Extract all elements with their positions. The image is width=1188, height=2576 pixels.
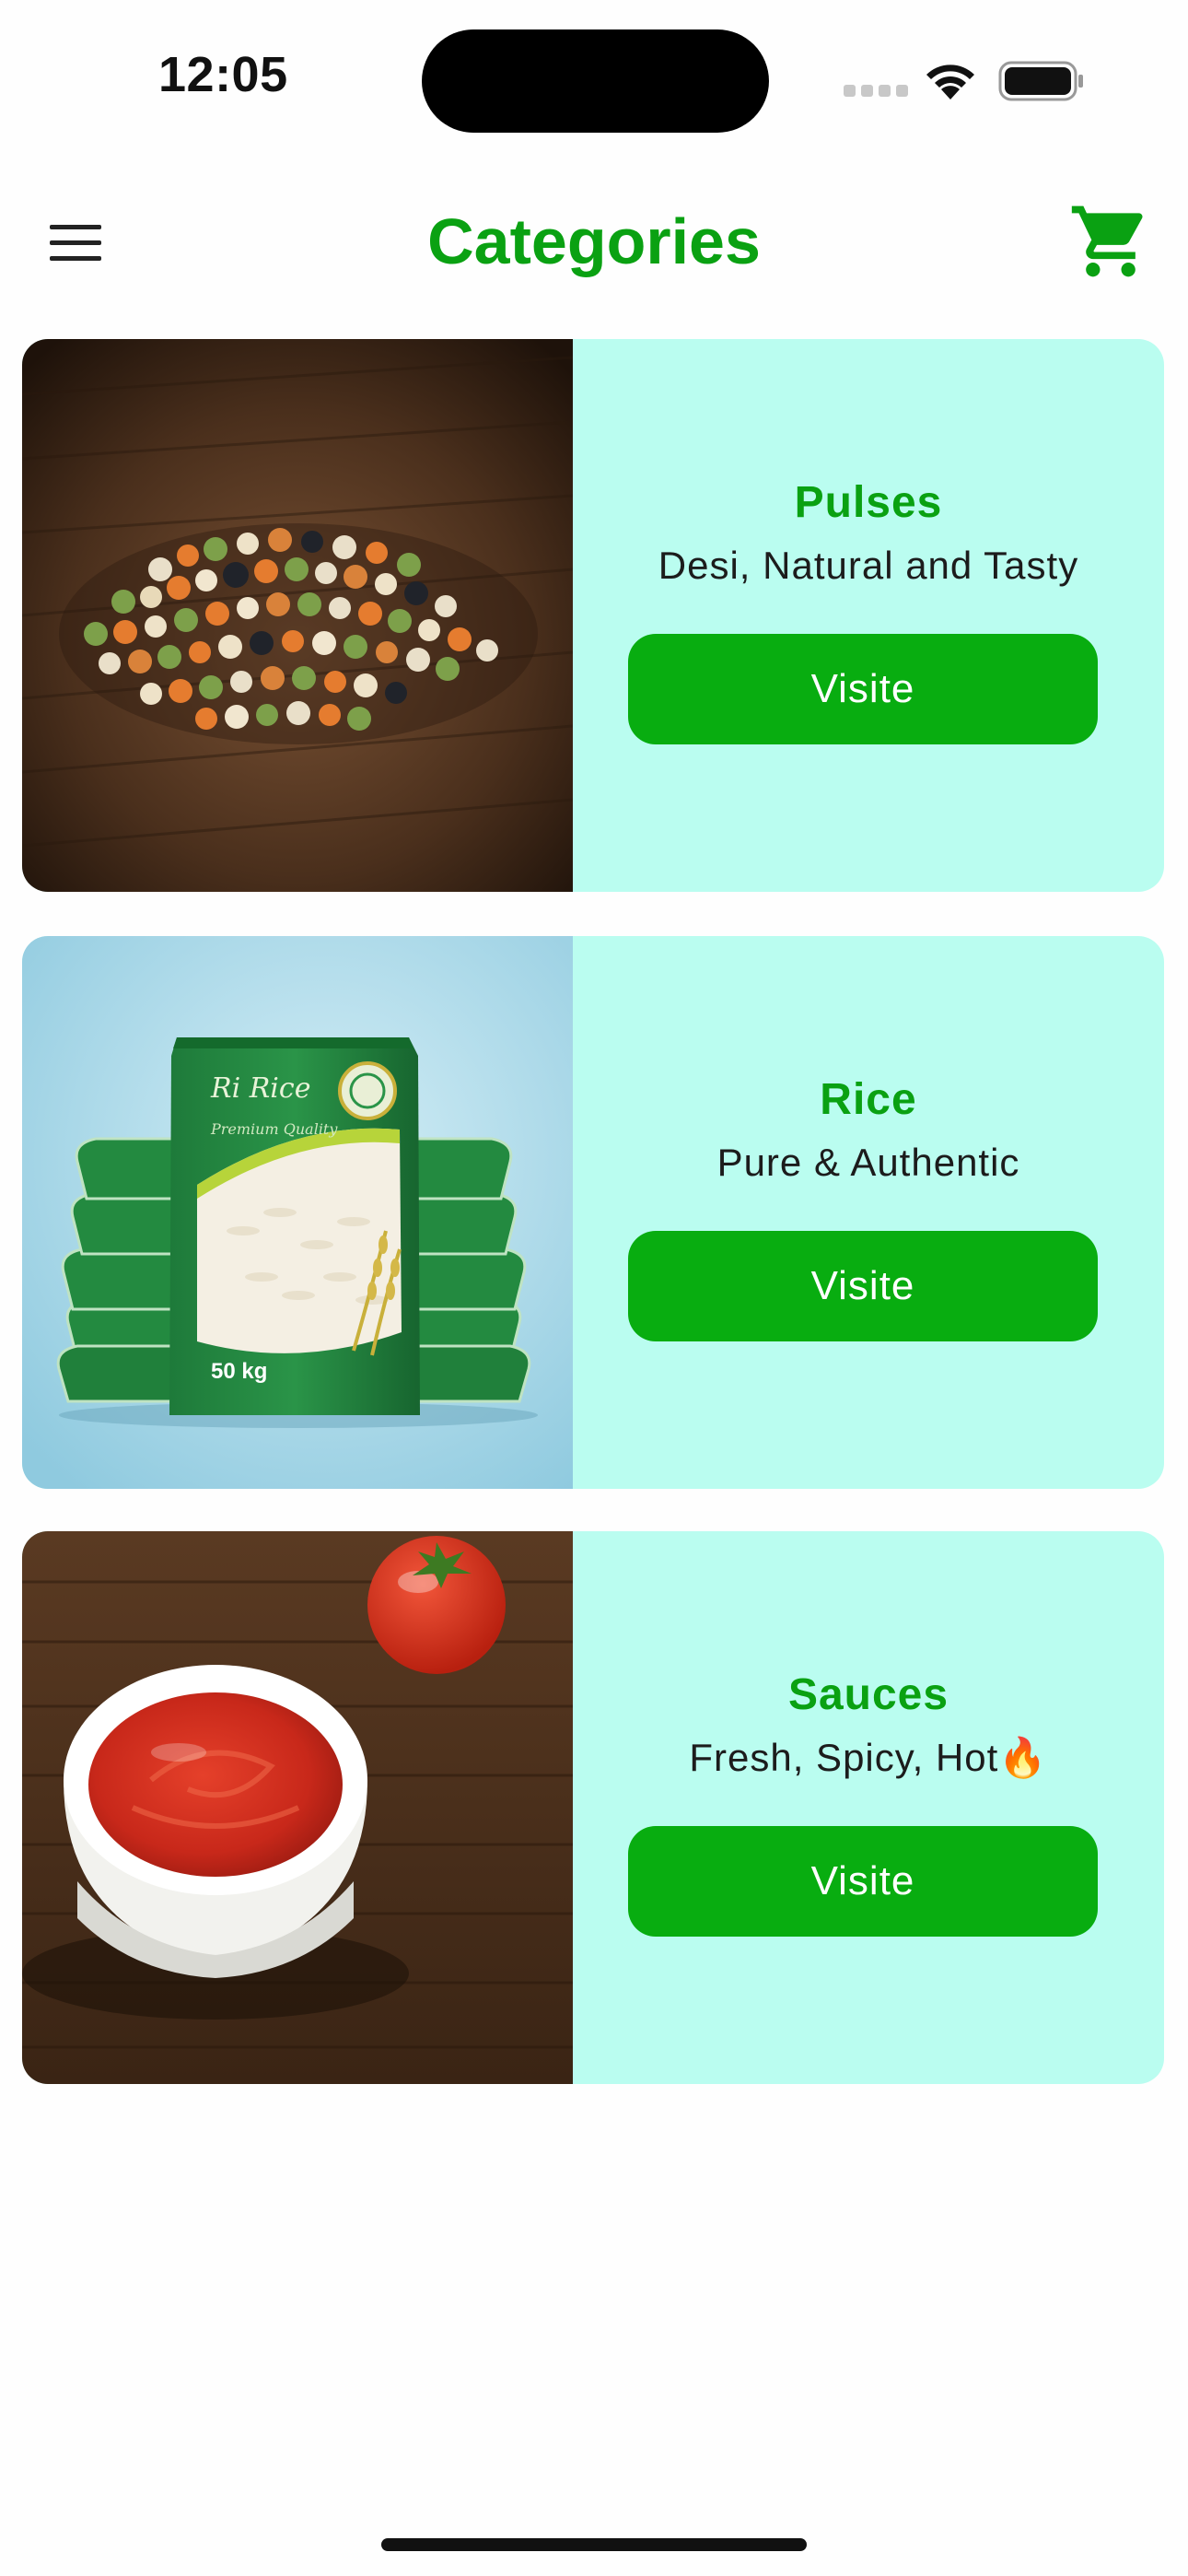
rice-bag-weight-label: 50 kg (211, 1359, 267, 1384)
category-title: Rice (820, 1075, 917, 1124)
home-indicator[interactable] (381, 2538, 807, 2551)
category-tagline: Fresh, Spicy, Hot🔥 (689, 1736, 1048, 1779)
pulses-image (22, 339, 573, 892)
status-time: 12:05 (158, 47, 288, 102)
sauces-info: Sauces Fresh, Spicy, Hot🔥 Visite (573, 1531, 1164, 2084)
category-card-pulses: Pulses Desi, Natural and Tasty Visite (22, 339, 1164, 892)
svg-text:Ri Rice: Ri Rice (210, 1072, 310, 1105)
visit-pulses-button[interactable]: Visite (628, 634, 1098, 744)
pulses-info: Pulses Desi, Natural and Tasty Visite (573, 339, 1164, 892)
visit-sauces-button[interactable]: Visite (628, 1826, 1098, 1937)
category-tagline: Pure & Authentic (716, 1141, 1020, 1184)
cellular-signal-icon (844, 85, 908, 98)
rice-info: Rice Pure & Authentic Visite (573, 936, 1164, 1489)
category-card-rice: Ri Rice Premium Quality 50 kg Rice Pure … (22, 936, 1164, 1489)
rice-image: Ri Rice Premium Quality 50 kg (22, 936, 573, 1489)
shopping-cart-icon[interactable] (1068, 199, 1153, 284)
sauces-image (22, 1531, 573, 2084)
page-title: Categories (427, 205, 761, 277)
category-tagline: Desi, Natural and Tasty (658, 544, 1079, 587)
wifi-icon (926, 64, 974, 100)
battery-icon (998, 61, 1083, 101)
category-title: Sauces (787, 1670, 949, 1719)
category-card-sauces: Sauces Fresh, Spicy, Hot🔥 Visite (22, 1531, 1164, 2084)
category-title: Pulses (794, 478, 943, 527)
dynamic-island (422, 29, 769, 133)
status-bar: 12:05 (0, 0, 1188, 161)
visit-rice-button[interactable]: Visite (628, 1231, 1098, 1341)
svg-text:Premium Quality: Premium Quality (210, 1120, 338, 1138)
app-header: Categories (0, 166, 1188, 313)
